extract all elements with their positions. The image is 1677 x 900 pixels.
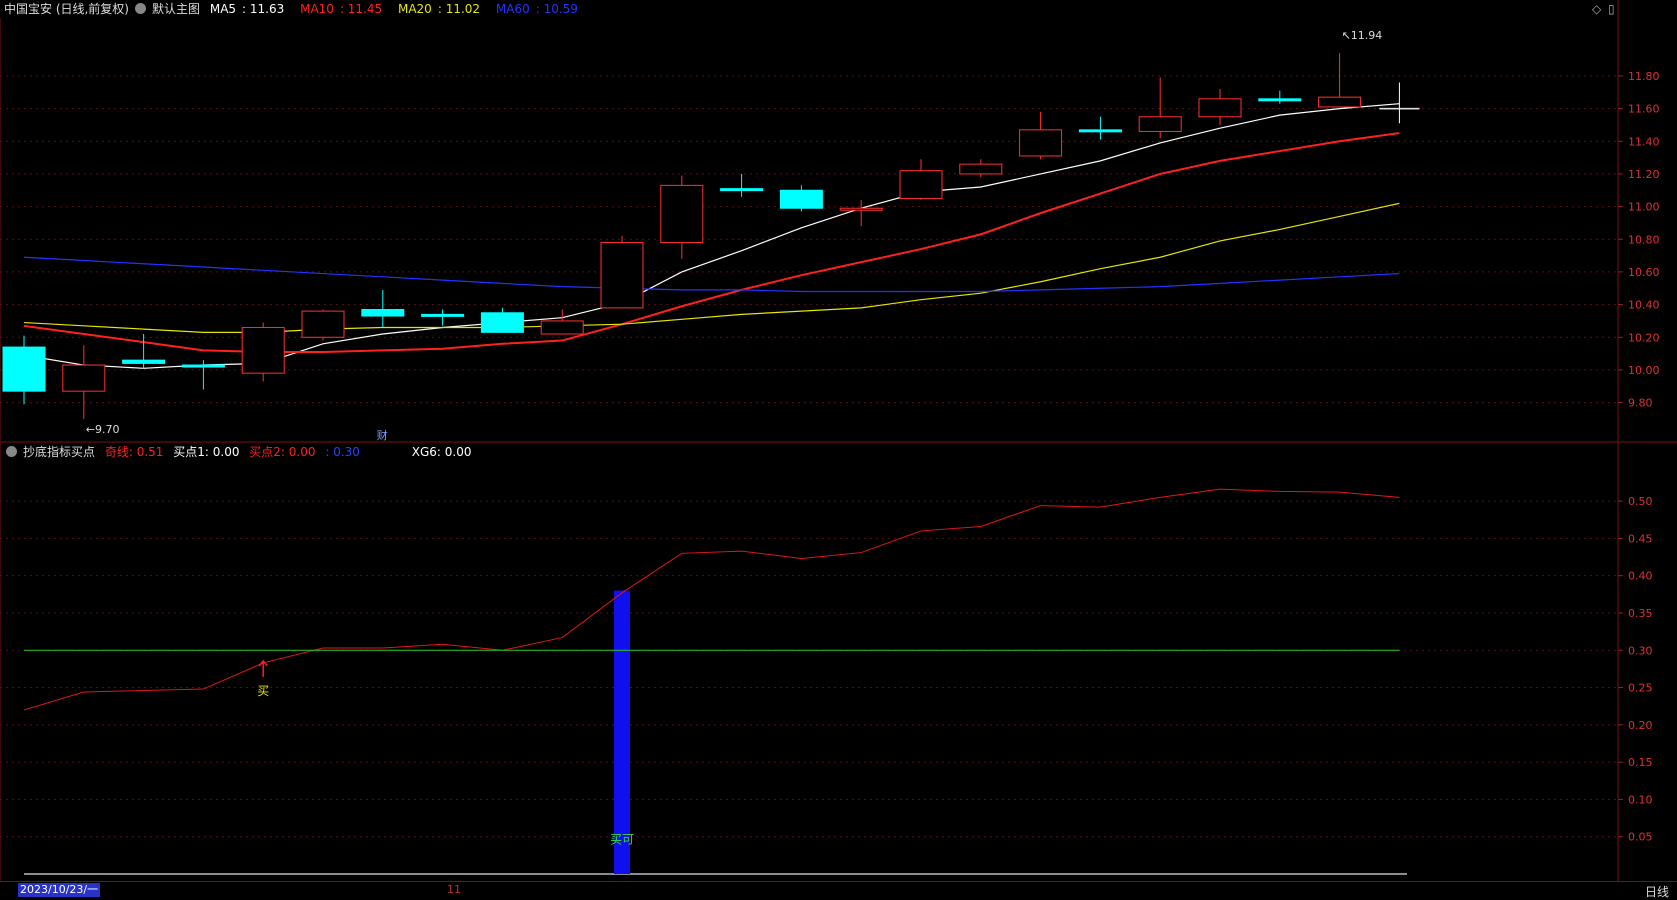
candle [779, 185, 823, 212]
main-y-tick-label: 10.00 [1628, 364, 1660, 377]
indicator-name: 抄底指标买点 [23, 445, 96, 459]
buy-signal-label: 买 [257, 684, 269, 698]
candle [421, 309, 465, 326]
ind-y-tick-label: 0.10 [1628, 793, 1653, 806]
candle [1379, 82, 1420, 124]
candle [959, 159, 1003, 178]
candle-body [600, 242, 644, 309]
candle-body [779, 189, 823, 209]
candle-body [899, 170, 943, 199]
candle [1318, 53, 1362, 108]
candle-body [181, 364, 225, 368]
candle [1258, 90, 1302, 104]
main-chart-header: 中国宝安 (日线,前复权) 默认主图 MA5: 11.63 MA10: 11.45… [0, 1, 590, 17]
candle [62, 345, 106, 419]
candle [1078, 116, 1122, 140]
indicator-gear-icon[interactable] [6, 446, 17, 457]
indicator-item-level: : 0.30 [325, 445, 360, 459]
candle [301, 309, 345, 341]
ma-line-ma60 [23, 256, 1400, 293]
main-y-tick-label: 11.60 [1628, 103, 1660, 116]
ma5-label: MA5: 11.63 [209, 2, 285, 16]
ma20-label: MA20: 11.02 [397, 2, 481, 16]
main-y-tick-label: 11.20 [1628, 168, 1660, 181]
period-label[interactable]: 日线 [1645, 883, 1669, 900]
price-annotation: ↖11.94 [1342, 29, 1383, 42]
candle-body [660, 184, 704, 244]
main-y-tick-label: 11.00 [1628, 201, 1660, 214]
ind-y-tick-label: 0.45 [1628, 532, 1653, 545]
candle [1138, 77, 1182, 138]
main-chart-name: 默认主图 [152, 2, 201, 16]
restore-icon[interactable]: ▯ [1608, 2, 1615, 16]
candle-body [480, 312, 524, 333]
candle [720, 173, 764, 197]
ind-y-tick-label: 0.25 [1628, 682, 1653, 695]
candle [181, 360, 225, 390]
cursor-date: 2023/10/23/一 [18, 883, 101, 897]
candle [2, 335, 46, 405]
candle-body [1258, 98, 1302, 102]
candle-body [1138, 116, 1182, 132]
ind-y-tick-label: 0.15 [1628, 756, 1653, 769]
settings-gear-icon[interactable] [135, 3, 146, 14]
status-bar [0, 881, 1677, 900]
candle [540, 309, 584, 335]
candle-body [1078, 129, 1122, 133]
indicator-header: 抄底指标买点 奇线: 0.51 买点1: 0.00 买点2: 0.00 : 0.… [0, 444, 477, 460]
ma-line-ma10 [23, 132, 1400, 353]
indicator-item-xg6: XG6: 0.00 [411, 445, 472, 459]
ind-y-tick-label: 0.30 [1628, 644, 1653, 657]
ind-y-tick-label: 0.50 [1628, 495, 1653, 508]
ind-y-tick-label: 0.20 [1628, 719, 1653, 732]
main-y-tick-label: 10.80 [1628, 233, 1660, 246]
indicator-item-buy2: 买点2: 0.00 [249, 445, 316, 459]
price-annotation: ←9.70 [86, 423, 120, 436]
candle-body [361, 309, 405, 317]
main-y-tick-label: 11.80 [1628, 70, 1660, 83]
candle [600, 236, 644, 309]
main-y-tick-label: 10.40 [1628, 299, 1660, 312]
main-y-tick-label: 10.60 [1628, 266, 1660, 279]
ma-line-ma20 [23, 202, 1400, 333]
candle [660, 175, 704, 259]
ind-y-tick-label: 0.05 [1628, 831, 1653, 844]
x-axis-tick: 11 [447, 883, 461, 896]
ma10-label: MA10: 11.45 [300, 2, 383, 16]
candle [241, 322, 285, 382]
candle-body [1318, 96, 1362, 108]
chart-title: 中国宝安 (日线,前复权) [4, 2, 129, 16]
main-y-tick-label: 10.20 [1628, 331, 1660, 344]
ind-y-tick-label: 0.35 [1628, 607, 1653, 620]
indicator-item-line: 奇线: 0.51 [104, 445, 164, 459]
candle-body [1198, 98, 1242, 118]
candle-body [959, 163, 1003, 175]
candle [361, 289, 405, 328]
main-y-tick-label: 11.40 [1628, 135, 1660, 148]
candle [899, 159, 943, 201]
candle-body [720, 188, 764, 192]
diamond-icon[interactable]: ◇ [1592, 2, 1601, 16]
candle-body [540, 320, 584, 335]
ind-main-line [23, 488, 1400, 711]
ind-y-tick-label: 0.40 [1628, 570, 1653, 583]
candle-body [839, 207, 883, 211]
candle [122, 334, 166, 369]
candle [1198, 89, 1242, 125]
indicator-item-buy1: 买点1: 0.00 [173, 445, 240, 459]
ma-line-ma5 [23, 103, 1400, 369]
candle-body [2, 346, 46, 392]
candle [480, 307, 524, 333]
finance-marker: 财 [377, 428, 388, 442]
ma60-label: MA60: 10.59 [495, 2, 578, 16]
main-y-tick-label: 9.80 [1628, 397, 1653, 410]
candle-body [301, 310, 345, 338]
candle-body [62, 364, 106, 392]
ind-bar-label: 买可 [610, 832, 634, 846]
candle-body [241, 326, 285, 374]
candle-body [122, 359, 166, 364]
candle-body [1019, 129, 1063, 157]
candle [1019, 111, 1063, 160]
candle-body [421, 313, 465, 317]
